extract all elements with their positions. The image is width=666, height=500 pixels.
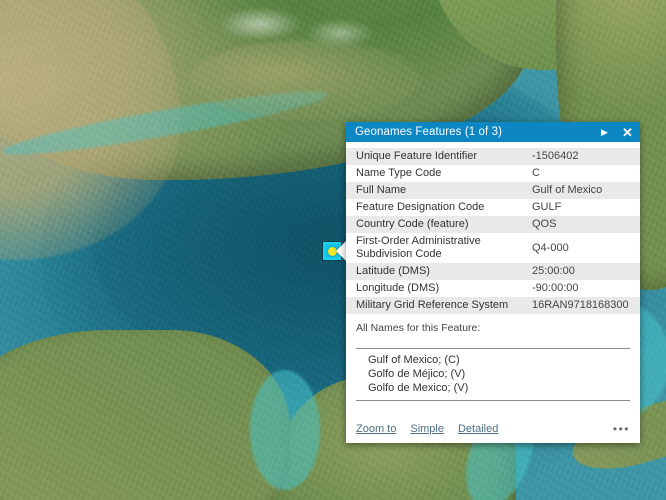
table-row: Name Type Code C [346, 165, 640, 182]
list-item: Golfo de Méjico; (V) [368, 368, 466, 380]
attribute-label: First-Order Administrative Subdivision C… [356, 235, 481, 260]
more-options-icon[interactable]: ••• [613, 423, 630, 435]
attribute-label: Country Code (feature) [346, 216, 524, 233]
popup-header: Geonames Features (1 of 3) ▶ ✕ [346, 122, 640, 142]
zoom-to-link[interactable]: Zoom to [356, 423, 396, 435]
list-item: Gulf of Mexico; (C) [368, 354, 460, 366]
table-row: Unique Feature Identifier -1506402 [346, 148, 640, 165]
attribute-value: C [532, 167, 540, 179]
all-names-title: All Names for this Feature: [356, 322, 481, 334]
map-application: Geonames Features (1 of 3) ▶ ✕ Unique Fe… [0, 0, 666, 500]
list-item: Golfo de Mexico; (V) [368, 382, 469, 394]
detailed-view-link[interactable]: Detailed [458, 423, 498, 435]
all-names-section: All Names for this Feature: Gulf of Mexi… [346, 314, 640, 416]
attribute-value: Q4-000 [532, 241, 569, 254]
attribute-label: Unique Feature Identifier [346, 148, 524, 165]
all-names-list: Gulf of Mexico; (C) Golfo de Méjico; (V)… [356, 348, 630, 401]
table-row: Military Grid Reference System 16RAN9718… [346, 297, 640, 314]
attribute-value: GULF [532, 201, 562, 213]
popup-body: Unique Feature Identifier -1506402 Name … [346, 142, 640, 443]
attribute-label: Feature Designation Code [356, 201, 485, 213]
attribute-label: Military Grid Reference System [346, 297, 524, 314]
feature-popup: Geonames Features (1 of 3) ▶ ✕ Unique Fe… [346, 122, 640, 443]
attribute-value: 16RAN9718168300 [524, 297, 640, 314]
simple-view-link[interactable]: Simple [410, 423, 444, 435]
attribute-label: Latitude (DMS) [346, 263, 524, 280]
attribute-value: 25:00:00 [524, 263, 640, 280]
attribute-value: QOS [524, 216, 640, 233]
table-row: Country Code (feature) QOS [346, 216, 640, 233]
attribute-label: Full Name [346, 182, 524, 199]
popup-footer: Zoom to Simple Detailed ••• [346, 416, 640, 443]
attribute-label: Longitude (DMS) [356, 282, 440, 294]
attribute-value: Gulf of Mexico [524, 182, 640, 199]
table-row: Latitude (DMS) 25:00:00 [346, 263, 640, 280]
table-row: Longitude (DMS) -90:00:00 [346, 280, 640, 297]
table-row: Feature Designation Code GULF [346, 199, 640, 216]
table-row: First-Order Administrative Subdivision C… [346, 233, 640, 263]
attribute-value: -90:00:00 [532, 282, 579, 294]
next-feature-icon[interactable]: ▶ [601, 127, 608, 137]
popup-title: Geonames Features (1 of 3) [355, 126, 503, 138]
table-row: Full Name Gulf of Mexico [346, 182, 640, 199]
feature-attributes-table: Unique Feature Identifier -1506402 Name … [346, 148, 640, 314]
close-icon[interactable]: ✕ [622, 126, 633, 139]
attribute-value: -1506402 [524, 148, 640, 165]
attribute-label: Name Type Code [356, 167, 442, 179]
